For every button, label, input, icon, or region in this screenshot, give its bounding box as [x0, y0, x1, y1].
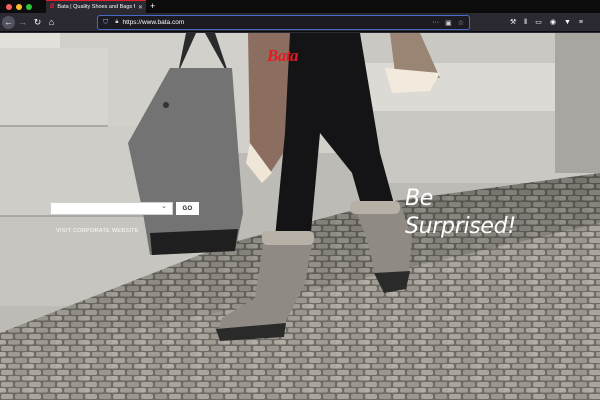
account-icon[interactable]: ◉ — [550, 16, 556, 29]
visit-corporate-website-link[interactable]: VISIT CORPORATE WEBSITE — [56, 228, 139, 234]
sidebar-icon[interactable]: ▭ — [535, 16, 542, 29]
tab-title: Bata | Quality Shoes and Bags f — [57, 4, 135, 10]
forward-icon: → — [18, 17, 27, 27]
home-button[interactable]: ⌂ — [45, 16, 58, 29]
reload-icon: ↻ — [33, 17, 42, 27]
maximize-window-icon[interactable] — [26, 3, 32, 10]
navigation-toolbar: ← → ↻ ⌂ ⛉ 🔒︎ https://www.bata.com ··· ▣ … — [0, 13, 600, 32]
reload-button[interactable]: ↻ — [31, 16, 44, 29]
home-icon: ⌂ — [48, 17, 55, 27]
library-icon[interactable]: ⫴ — [524, 16, 527, 29]
tagline-line-1: Be — [405, 186, 434, 211]
pocket-icon[interactable]: ▣ — [445, 19, 452, 27]
browser-tab[interactable]: B Bata | Quality Shoes and Bags f ✕ — [46, 0, 146, 13]
extension-icon[interactable]: ▼ — [564, 16, 571, 29]
hero-section: Bata ⌄ GO VISIT CORPORATE WEBSITE Be Sur… — [0, 33, 600, 400]
back-icon: ← — [4, 17, 13, 27]
window-controls — [6, 3, 32, 10]
new-tab-button[interactable]: + — [150, 0, 155, 13]
tools-icon[interactable]: ⚒ — [510, 16, 516, 29]
toolbar-right: ⚒ ⫴ ▭ ◉ ▼ ≡ — [510, 16, 583, 29]
tagline: Be Surprised! — [405, 185, 516, 241]
forward-button[interactable]: → — [16, 16, 29, 29]
lock-icon[interactable]: 🔒︎ — [115, 19, 118, 26]
shield-icon[interactable]: ⛉ — [103, 19, 108, 27]
back-button[interactable]: ← — [2, 16, 15, 29]
tab-strip: B Bata | Quality Shoes and Bags f ✕ + — [0, 0, 600, 13]
country-select[interactable]: ⌄ — [50, 202, 173, 215]
tagline-line-2: Surprised! — [405, 214, 516, 239]
address-bar[interactable]: ⛉ 🔒︎ https://www.bata.com ··· ▣ ☆ — [97, 15, 470, 30]
close-window-icon[interactable] — [6, 3, 12, 10]
go-button[interactable]: GO — [176, 202, 199, 215]
chevron-down-icon: ⌄ — [161, 203, 167, 210]
menu-icon[interactable]: ≡ — [579, 16, 583, 29]
star-icon[interactable]: ☆ — [458, 19, 464, 27]
close-tab-icon[interactable]: ✕ — [138, 4, 143, 11]
url-text[interactable]: https://www.bata.com — [122, 19, 432, 26]
more-icon[interactable]: ··· — [432, 19, 439, 27]
bata-logo[interactable]: Bata — [267, 46, 299, 66]
minimize-window-icon[interactable] — [16, 3, 22, 10]
bata-favicon-icon: B — [50, 4, 55, 10]
